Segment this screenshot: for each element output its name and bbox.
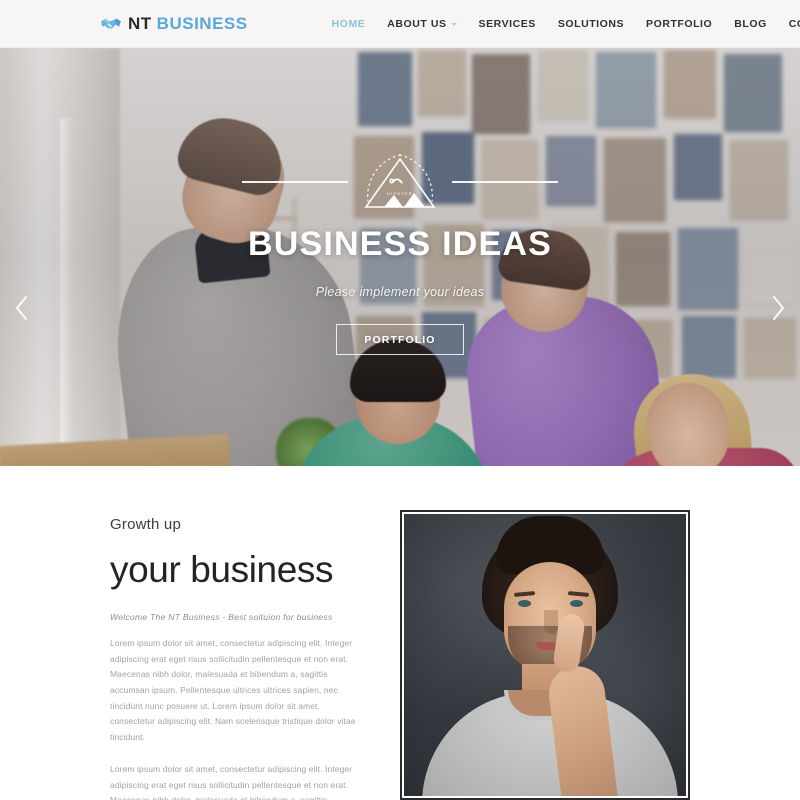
nav-label: CONTACT US: [788, 17, 800, 30]
about-paragraph-1: Lorem ipsum dolor sit amet, consectetur …: [110, 637, 356, 743]
portrait-frame: [400, 510, 690, 800]
chevron-down-icon: [450, 23, 457, 26]
nav-label: PORTFOLIO: [646, 17, 713, 30]
site-header: NT BUSINESS HOME ABOUT US SERVICES SOLUTI…: [0, 0, 800, 48]
nav-item-portfolio[interactable]: PORTFOLIO: [646, 18, 712, 30]
chevron-left-icon: [16, 296, 27, 320]
main-navigation: HOME ABOUT US SERVICES SOLUTIONS PORTFOL…: [332, 18, 800, 30]
about-tagline: Welcome The NT Business - Best soltuion …: [110, 611, 333, 622]
carousel-prev-button[interactable]: [6, 292, 38, 324]
hero-subtitle: Please implement your ideas: [315, 285, 485, 299]
about-image-column: [400, 510, 690, 800]
hero-slider: HIPSTER BUSINESS IDEAS Please implement …: [0, 48, 800, 466]
nav-item-solutions[interactable]: SOLUTIONS: [558, 18, 624, 30]
about-title: your business: [110, 549, 334, 590]
nav-label: SOLUTIONS: [557, 17, 625, 30]
nav-item-about-us[interactable]: ABOUT US: [387, 17, 457, 30]
svg-text:HIPSTER: HIPSTER: [387, 191, 413, 196]
divider-right: [452, 181, 558, 183]
nav-label: HOME: [331, 17, 366, 30]
nav-label: BLOG: [734, 17, 767, 30]
nav-item-contact-us[interactable]: CONTACT US: [789, 18, 800, 30]
about-eyebrow: Growth up: [110, 516, 181, 533]
hero-portfolio-button[interactable]: PORTFOLIO: [336, 324, 464, 355]
nav-item-home[interactable]: HOME: [332, 18, 366, 30]
nav-item-services[interactable]: SERVICES: [479, 18, 536, 30]
portrait-image: [404, 514, 686, 796]
brand-name-primary: NT: [128, 13, 152, 33]
brand-text: NT BUSINESS: [128, 14, 248, 34]
about-paragraph-2: Lorem ipsum dolor sit amet, consectetur …: [110, 763, 353, 800]
brand-name-accent: BUSINESS: [156, 13, 248, 33]
brand-logo[interactable]: NT BUSINESS: [100, 14, 248, 34]
about-text-column: Growth up your business Welcome The NT B…: [110, 510, 356, 800]
nav-label: ABOUT US: [387, 17, 447, 30]
carousel-next-button[interactable]: [762, 292, 794, 324]
nav-item-blog[interactable]: BLOG: [734, 18, 767, 30]
chevron-right-icon: [773, 296, 784, 320]
hero-title: BUSINESS IDEAS: [248, 225, 552, 263]
about-section: Growth up your business Welcome The NT B…: [0, 466, 800, 800]
triangle-infinity-emblem: HIPSTER: [364, 154, 436, 208]
divider-left: [242, 181, 348, 183]
hero-emblem-row: HIPSTER: [0, 153, 800, 211]
handshake-icon: [101, 18, 121, 28]
nav-label: SERVICES: [478, 17, 536, 30]
